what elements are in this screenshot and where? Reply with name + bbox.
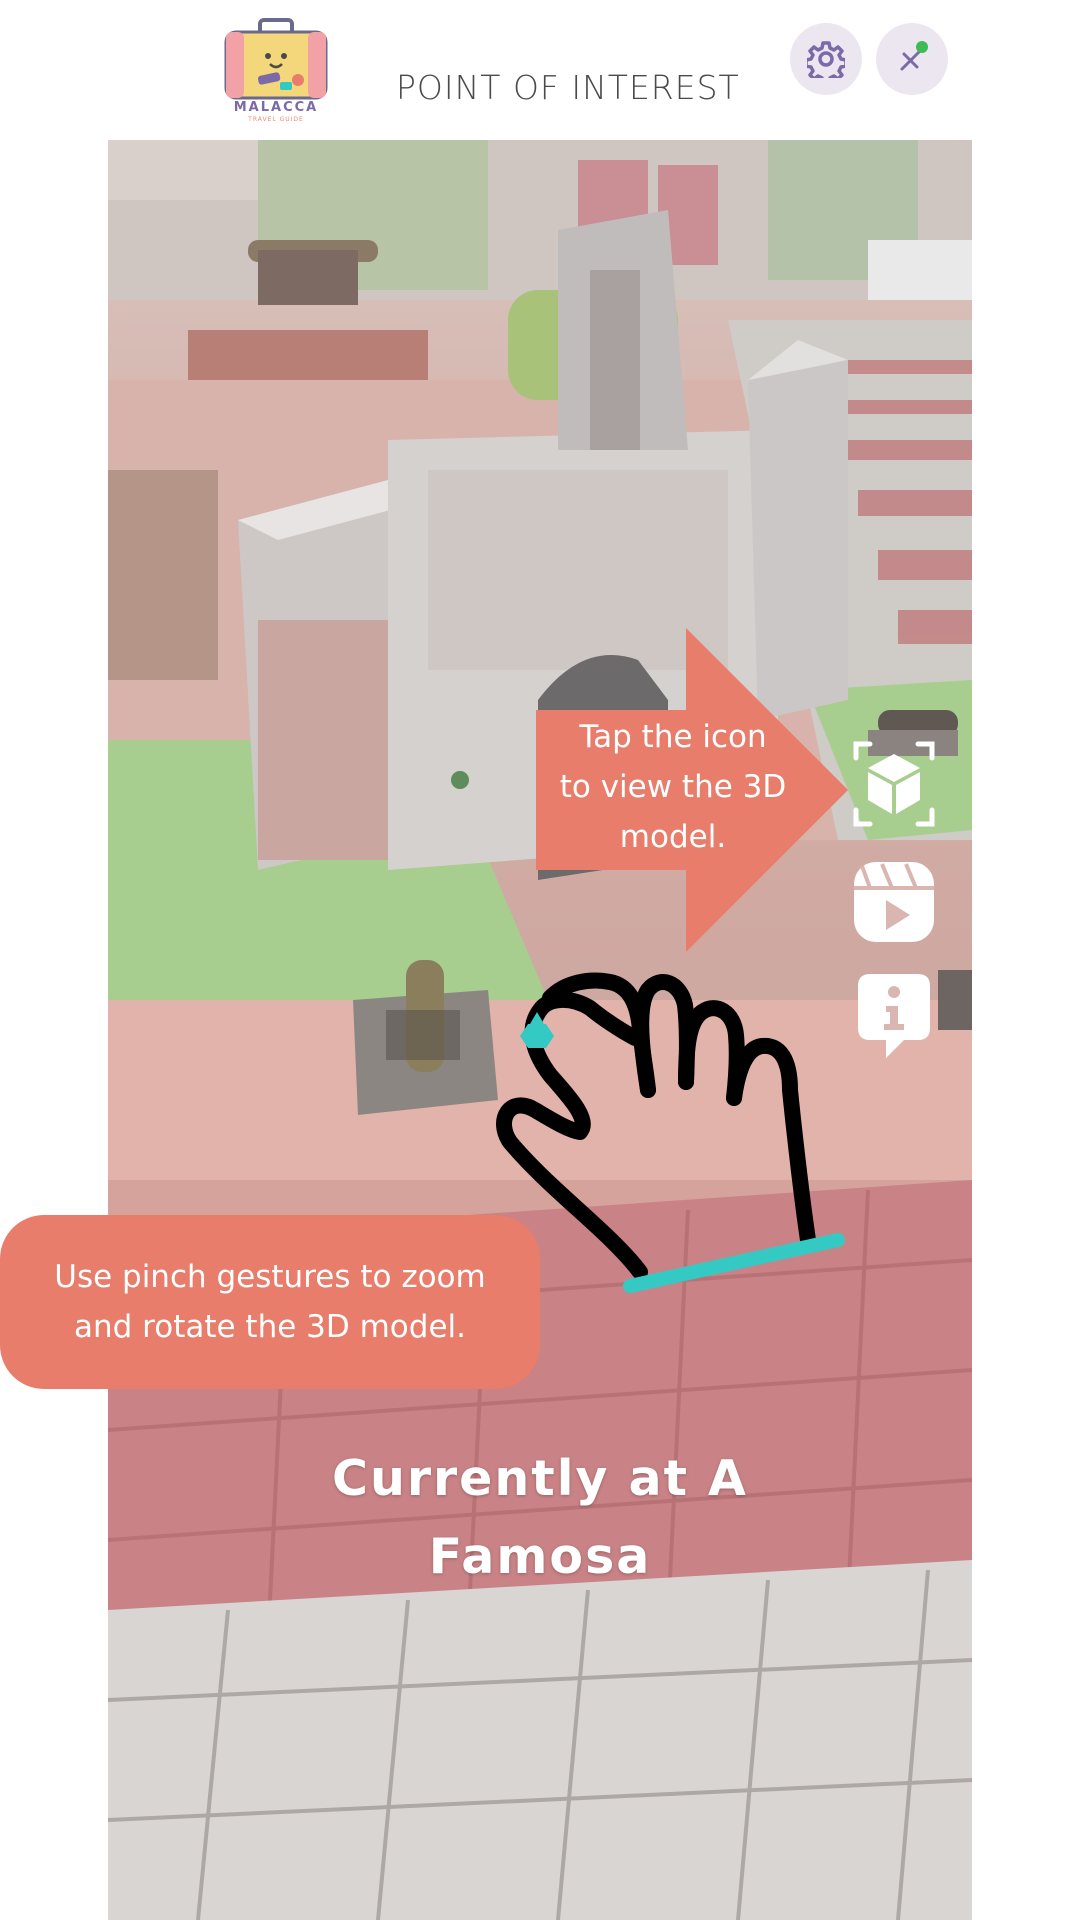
page-title: POINT OF INTEREST [396, 68, 740, 107]
tap-hint-text: Tap the icon to view the 3D model. [536, 712, 810, 862]
current-location-label: Currently at A Famosa [300, 1440, 780, 1596]
tap-hint-line: model. [619, 819, 727, 855]
pinch-hint-line: and rotate the 3D model. [73, 1309, 466, 1345]
info-button[interactable] [856, 972, 932, 1062]
suitcase-icon [224, 18, 328, 100]
reels-play-icon [854, 862, 934, 942]
tap-hint-line: Tap the icon [579, 719, 767, 755]
malacca-logo: MALACCA TRAVEL GUIDE [222, 18, 330, 126]
gear-icon [807, 41, 845, 78]
3d-cube-icon [853, 741, 935, 827]
logo-text: MALACCA [233, 100, 319, 115]
pinch-hint-line: Use pinch gestures to zoom [54, 1259, 486, 1295]
location-line: Currently at A [332, 1450, 748, 1507]
info-icon [858, 974, 930, 1058]
pinch-hand-icon [496, 972, 845, 1293]
app-header: MALACCA TRAVEL GUIDE POINT OF INTEREST [0, 0, 1080, 140]
settings-button[interactable] [790, 23, 862, 95]
pinch-hint-bubble: Use pinch gestures to zoom and rotate th… [0, 1215, 540, 1389]
status-dot [916, 41, 928, 53]
play-video-button[interactable] [852, 860, 936, 944]
location-line: Famosa [428, 1528, 652, 1585]
ar-toggle-button[interactable] [876, 23, 948, 95]
logo-subtext: TRAVEL GUIDE [248, 116, 304, 123]
view-3d-model-button[interactable] [852, 740, 936, 828]
tap-hint-line: to view the 3D [559, 769, 787, 805]
